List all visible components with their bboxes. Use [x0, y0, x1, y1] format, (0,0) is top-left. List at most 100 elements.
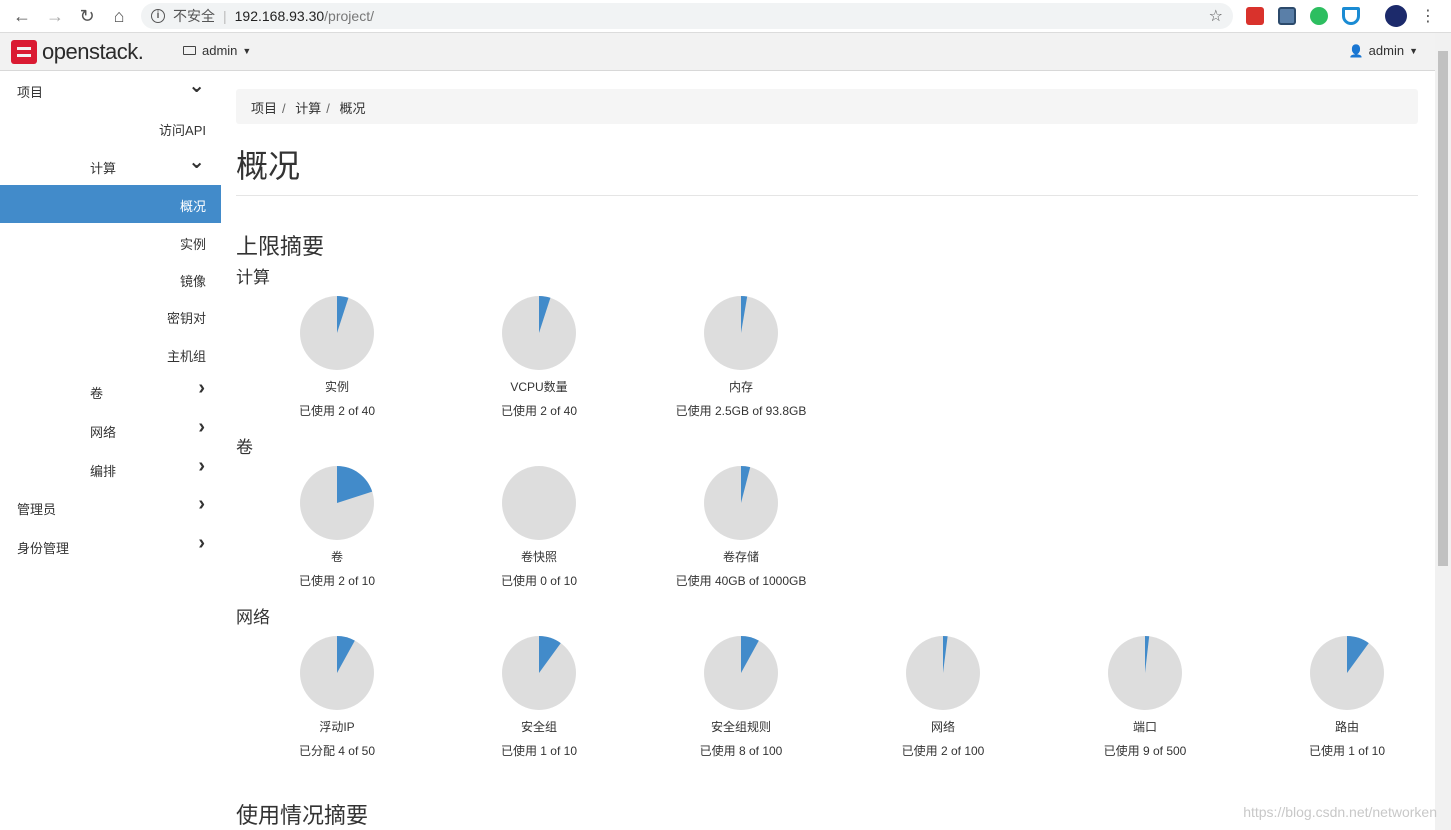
- pie-svg: [906, 636, 980, 710]
- scrollbar-thumb[interactable]: [1438, 51, 1448, 566]
- chevron-right-icon: ›: [198, 377, 205, 399]
- info-icon[interactable]: i: [151, 9, 165, 23]
- breadcrumb-item[interactable]: 项目: [251, 101, 277, 116]
- logo-text: openstack.: [42, 39, 144, 64]
- project-icon: [183, 46, 196, 55]
- quota-pie-chart: VCPU数量 已使用 2 of 40: [438, 295, 640, 419]
- address-separator: |: [223, 8, 227, 24]
- sidebar-item-label: 密钥对: [166, 311, 206, 326]
- breadcrumb-item: 概况: [339, 101, 366, 116]
- pie-usage-text: 已使用 1 of 10: [500, 744, 578, 758]
- sidebar-item-label: 概况: [179, 199, 206, 214]
- sidebar-item[interactable]: 主机组: [0, 335, 221, 373]
- quota-pie-chart: 实例 已使用 2 of 40: [236, 295, 438, 419]
- home-icon[interactable]: ⌂: [108, 5, 130, 27]
- quota-pie-chart: 卷存储已使用 40GB of 1000GB: [640, 465, 842, 589]
- sidebar-item-label: 计算: [90, 161, 117, 176]
- quota-pie-chart: 卷快照已使用 0 of 10: [438, 465, 640, 589]
- sidebar-item-label: 卷: [90, 386, 104, 401]
- pie-svg: [502, 466, 576, 540]
- quota-pie-chart: 安全组规则 已使用 8 of 100: [640, 635, 842, 759]
- evernote-icon[interactable]: [1310, 7, 1328, 25]
- browser-menu-icon[interactable]: ⋮: [1417, 5, 1439, 27]
- sidebar-item[interactable]: 卷 ›: [0, 372, 221, 410]
- pie-label: 内存: [728, 380, 753, 394]
- sidebar-item[interactable]: 镜像: [0, 260, 221, 298]
- project-label: admin: [202, 43, 238, 58]
- pie-svg: [300, 466, 374, 540]
- openstack-logo-icon: [11, 40, 37, 64]
- main-content: 项目 / 计算 / 概况 概况 上限摘要 使用情况摘要 计算实例 已使用 2 of 4…: [236, 71, 1418, 830]
- watermark: https://blog.csdn.net/networken: [1243, 804, 1437, 820]
- pie-usage-text: 已使用 2.5GB of 93.8GB: [675, 404, 807, 418]
- extension-star-icon[interactable]: [1278, 7, 1296, 25]
- sidebar-item[interactable]: 编排 ›: [0, 450, 221, 488]
- limit-summary-heading: 上限摘要: [236, 234, 325, 259]
- chevron-down-icon: ⌄: [188, 151, 205, 173]
- sidebar-item-label: 镜像: [179, 274, 206, 289]
- pie-svg: [704, 636, 778, 710]
- breadcrumb: 项目 / 计算 / 概况: [236, 89, 1418, 124]
- pie-usage-text: 已使用 1 of 10: [1308, 744, 1386, 758]
- caret-down-icon: ▼: [242, 45, 252, 56]
- pie-label: 网络: [930, 720, 955, 734]
- quota-pie-chart: 安全组已使用 1 of 10: [438, 635, 640, 759]
- pie-label: 卷快照: [520, 550, 557, 564]
- sidebar-item[interactable]: 概况: [0, 185, 221, 223]
- sidebar-item-label: 编排: [90, 464, 117, 479]
- sidebar-item[interactable]: 身份管理 ›: [0, 527, 221, 565]
- pie-usage-text: 已使用 0 of 10: [500, 574, 578, 588]
- quota-pie-chart: 端口 已使用 9 of 500: [1044, 635, 1246, 759]
- usage-summary-heading: 使用情况摘要: [236, 803, 369, 828]
- pie-label: 安全组规则: [710, 720, 771, 734]
- reload-icon[interactable]: ↻: [76, 5, 98, 27]
- sidebar-item[interactable]: 密钥对: [0, 297, 221, 335]
- chevron-right-icon: ›: [198, 455, 205, 477]
- openstack-logo[interactable]: openstack.: [11, 39, 144, 65]
- pie-label: VCPU数量: [510, 380, 568, 394]
- pie-usage-text: 已使用 40GB of 1000GB: [675, 574, 807, 588]
- pie-usage-text: 已使用 2 of 40: [500, 404, 578, 418]
- breadcrumb-item[interactable]: 计算: [295, 101, 321, 116]
- sidebar: 项目 ⌄ 访问API 计算 ⌄ 概况 实例 镜像 密钥对 主机组卷 › 网络 › 编排 › 管理员 › 身份管理 ›: [0, 71, 221, 830]
- sidebar-item-label: 身份管理: [17, 541, 70, 556]
- pie-label: 安全组: [520, 720, 557, 734]
- sidebar-item-label: 实例: [179, 237, 206, 252]
- profile-avatar-icon[interactable]: [1385, 5, 1407, 27]
- sidebar-item[interactable]: 管理员 ›: [0, 488, 221, 526]
- chevron-right-icon: ›: [198, 493, 205, 515]
- sidebar-item-label: 访问API: [159, 123, 206, 138]
- quota-pie-chart: 浮动IP 已分配 4 of 50: [236, 635, 438, 759]
- sidebar-item[interactable]: 网络 ›: [0, 411, 221, 449]
- sidebar-item-label: 网络: [90, 425, 117, 440]
- back-icon[interactable]: ←: [11, 5, 33, 27]
- caret-down-icon: ▼: [1409, 45, 1418, 56]
- sidebar-item-label: 管理员: [17, 502, 57, 517]
- user-menu[interactable]: 👤 admin ▼: [1349, 43, 1418, 58]
- pie-svg: [704, 296, 778, 370]
- pie-svg: [300, 636, 374, 710]
- extension-red-icon[interactable]: [1246, 7, 1264, 25]
- chevron-right-icon: ›: [198, 532, 205, 554]
- project-selector[interactable]: admin ▼: [183, 43, 251, 58]
- chevron-down-icon: ⌄: [188, 75, 205, 97]
- sidebar-item[interactable]: 项目 ⌄: [0, 71, 221, 109]
- pie-usage-text: 已使用 2 of 100: [901, 744, 985, 758]
- pie-label: 卷存储: [722, 550, 759, 564]
- quota-pie-chart: 卷已使用 2 of 10: [236, 465, 438, 589]
- pie-usage-text: 已使用 9 of 500: [1103, 744, 1187, 758]
- address-bar[interactable]: i 不安全 | 192.168.93.30/project/ ☆: [141, 3, 1233, 29]
- sidebar-item-label: 主机组: [166, 349, 206, 364]
- extension-v-icon[interactable]: [1342, 7, 1360, 25]
- pie-usage-text: 已使用 2 of 10: [298, 574, 376, 588]
- page-title: 概况: [236, 148, 301, 184]
- sidebar-item[interactable]: 访问API: [0, 109, 221, 147]
- quota-pie-chart: 网络已使用 2 of 100: [842, 635, 1044, 759]
- pie-svg: [502, 636, 576, 710]
- sidebar-item[interactable]: 实例: [0, 223, 221, 261]
- sidebar-item[interactable]: 计算 ⌄: [0, 147, 221, 185]
- pie-label: 浮动IP: [319, 720, 355, 734]
- forward-icon[interactable]: →: [44, 5, 66, 27]
- pie-usage-text: 已分配 4 of 50: [298, 744, 376, 758]
- bookmark-star-icon[interactable]: ☆: [1209, 6, 1223, 26]
